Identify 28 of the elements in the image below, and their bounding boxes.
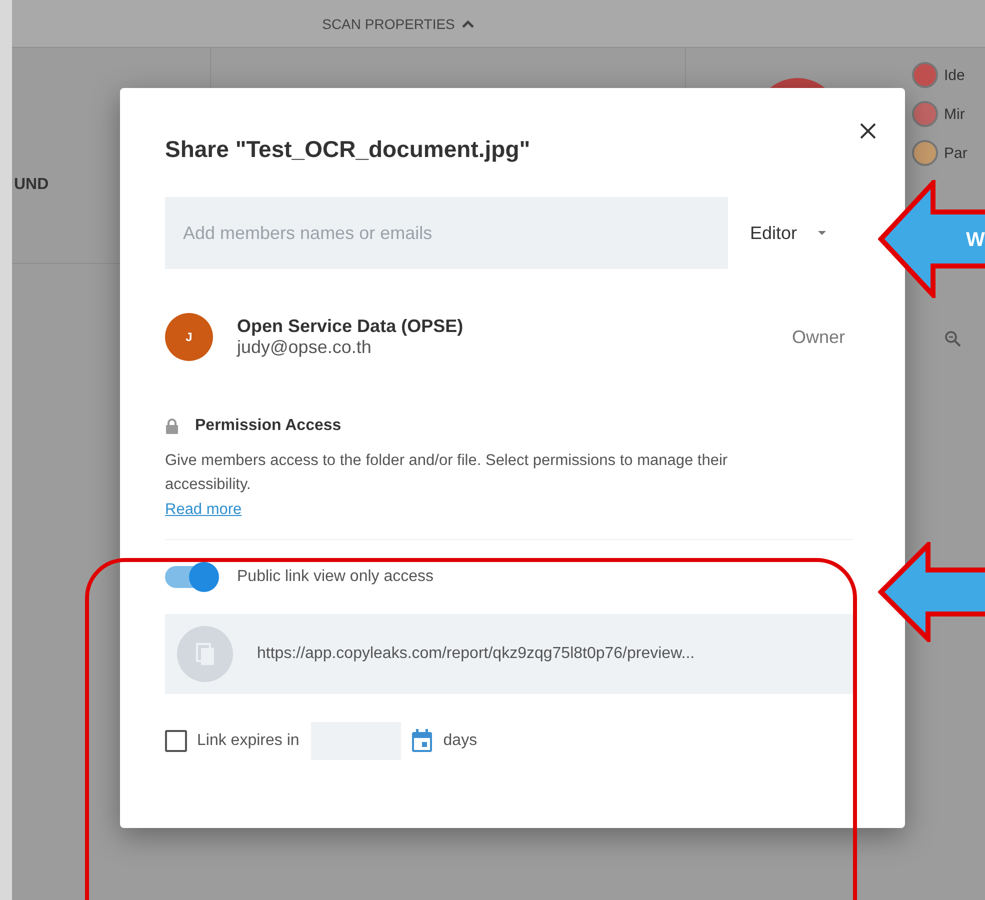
legend-label: Mir [944,106,965,122]
link-field[interactable]: https://app.copyleaks.com/report/qkz9zqg75l8t0p76/preview... [165,614,853,694]
members-input-field[interactable]: Add members names or emails [165,197,728,269]
arrow-label: W [966,229,985,252]
caret-icon [460,19,475,29]
toggle-label: Public link view only access [237,568,434,586]
column-label: UND [14,176,49,194]
expiry-unit: days [443,732,478,750]
search-icon[interactable] [944,330,962,348]
expiry-checkbox[interactable] [165,730,187,752]
close-icon[interactable] [859,122,877,140]
legend-label: Ide [944,66,965,84]
calendar-icon[interactable] [411,729,434,753]
read-more-link[interactable]: Read more [165,501,242,519]
section-title: Permission Access [195,417,342,435]
lock-icon [165,418,179,434]
caret-icon [817,230,828,236]
link-url: https://app.copyleaks.com/report/qkz9zqg75l8t0p76/preview... [257,645,695,663]
role-dropdown[interactable]: Editor [750,216,828,250]
scan-properties-toggle[interactable]: SCAN PROPERTIES [314,0,483,48]
dialog-title: Share "Test_OCR_document.jpg" [165,136,532,163]
avatar: J [165,313,213,361]
expiry-label: Link expires in [197,732,300,750]
member-name: Open Service Data (OPSE) [237,316,464,337]
legend-label: Par [944,144,968,162]
permission-description: Give members access to the folder and/or file. Select permissions to manage their accessibility. [165,451,729,495]
member-email: judy@opse.co.th [237,337,372,358]
member-role: Owner [792,326,845,348]
